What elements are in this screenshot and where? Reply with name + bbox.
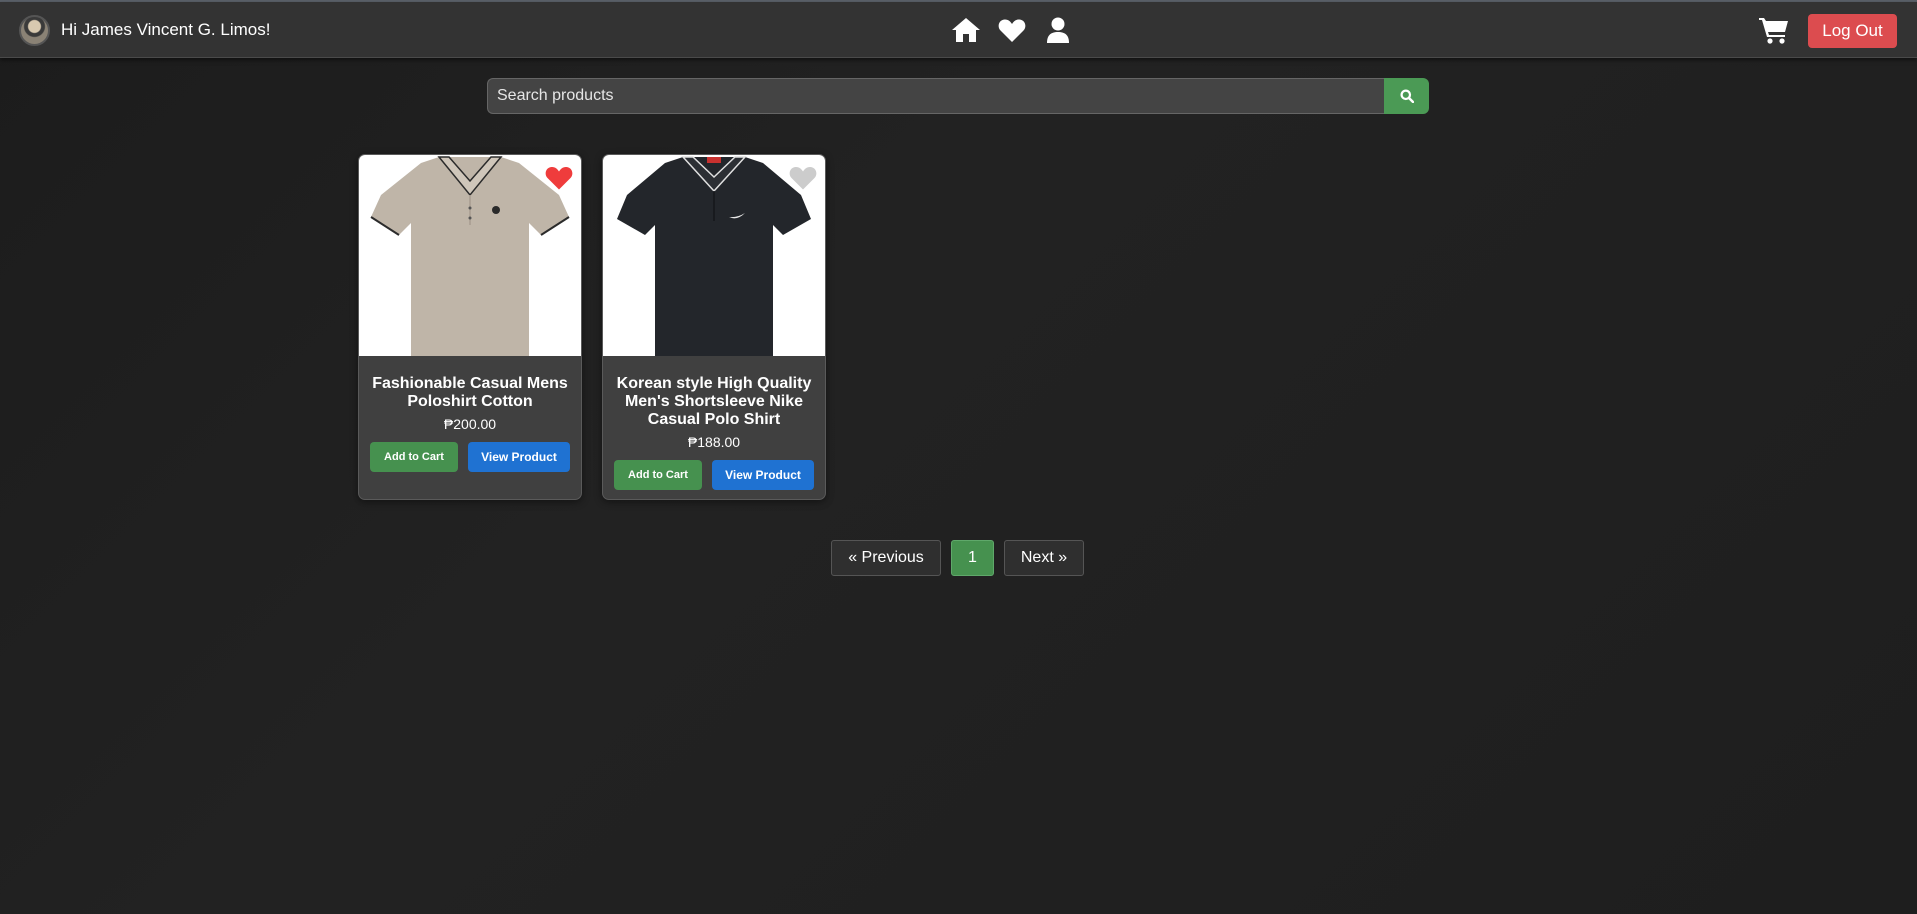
favorite-heart-icon[interactable] [545, 165, 573, 191]
favorite-heart-icon[interactable] [789, 165, 817, 191]
search-bar [487, 78, 1429, 114]
pagination: « Previous 1 Next » [831, 540, 1084, 576]
logout-button[interactable]: Log Out [1808, 14, 1897, 48]
nav-icons [951, 16, 1073, 44]
page-1-button[interactable]: 1 [951, 540, 994, 576]
search-input[interactable] [487, 78, 1384, 114]
view-product-button[interactable]: View Product [712, 460, 814, 490]
product-card: Fashionable Casual Mens Poloshirt Cotton… [358, 154, 582, 500]
product-card: Korean style High Quality Men's Shortsle… [602, 154, 826, 500]
search-icon [1400, 89, 1414, 103]
product-title: Fashionable Casual Mens Poloshirt Cotton [372, 375, 568, 410]
product-price: ₱188.00 [687, 434, 741, 450]
user-avatar[interactable] [19, 15, 50, 46]
previous-page-button[interactable]: « Previous [831, 540, 941, 576]
add-to-cart-button[interactable]: Add to Cart [614, 460, 702, 490]
search-button[interactable] [1384, 78, 1429, 114]
home-icon[interactable] [951, 16, 981, 44]
heart-icon[interactable] [997, 16, 1027, 44]
product-title: Korean style High Quality Men's Shortsle… [616, 375, 812, 428]
product-price: ₱200.00 [443, 416, 497, 432]
greeting-text: Hi James Vincent G. Limos! [61, 20, 271, 39]
navbar: Hi James Vincent G. Limos! Log Out [0, 2, 1917, 58]
product-image[interactable] [603, 155, 825, 356]
view-product-button[interactable]: View Product [468, 442, 570, 472]
product-image[interactable] [359, 155, 581, 356]
add-to-cart-button[interactable]: Add to Cart [370, 442, 458, 472]
cart-icon[interactable] [1759, 16, 1789, 44]
user-icon[interactable] [1043, 16, 1073, 44]
next-page-button[interactable]: Next » [1004, 540, 1084, 576]
